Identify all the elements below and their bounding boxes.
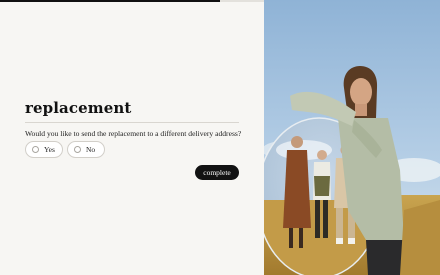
radio-group: Yes No [25, 141, 105, 158]
title-divider [25, 122, 239, 123]
option-no-label: No [86, 145, 96, 154]
form-panel: replacement Would you like to send the r… [0, 0, 264, 275]
radio-circle-icon[interactable] [74, 146, 81, 153]
page-title: replacement [25, 99, 132, 117]
question-text: Would you like to send the replacement t… [25, 129, 242, 138]
progress-fill [0, 0, 220, 2]
progress-bar [0, 0, 264, 2]
page: replacement Would you like to send the r… [0, 0, 440, 275]
complete-button[interactable]: complete [195, 165, 239, 180]
option-no[interactable]: No [67, 141, 105, 158]
option-yes-label: Yes [44, 145, 55, 154]
radio-circle-icon[interactable] [32, 146, 39, 153]
fashion-photo [264, 0, 440, 275]
option-yes[interactable]: Yes [25, 141, 63, 158]
